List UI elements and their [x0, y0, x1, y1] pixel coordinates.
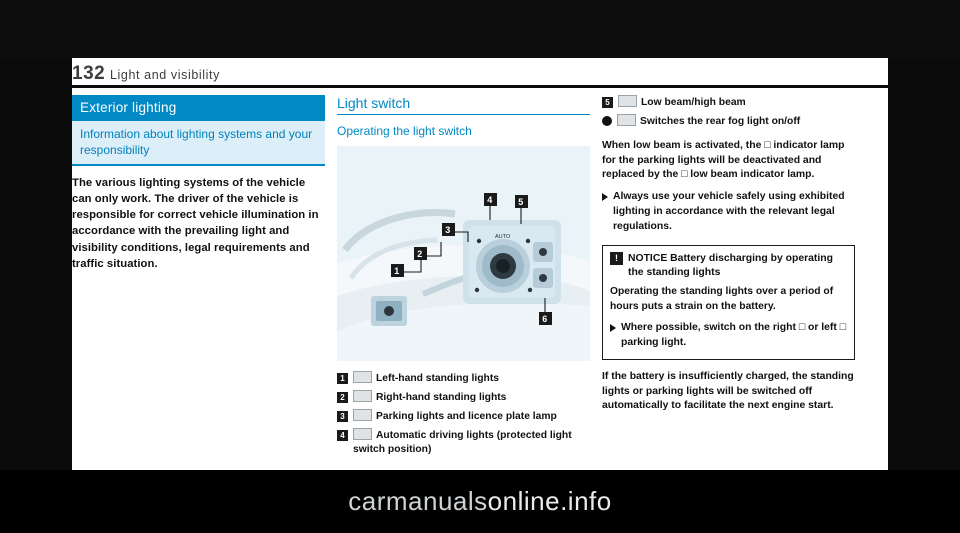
notice-body: Operating the standing lights over a per…: [610, 286, 834, 312]
auto-lights-icon: [353, 427, 372, 440]
right-band: [888, 58, 960, 470]
svg-text:6: 6: [542, 314, 547, 324]
legend-text: Switches the rear fog light on/off: [640, 115, 801, 127]
watermark: carmanualsonline.info: [0, 486, 960, 517]
page-root: 132 Light and visibility Exterior lighti…: [0, 0, 960, 533]
page-header: 132 Light and visibility: [72, 58, 888, 95]
subsection-heading-responsibility: Information about lighting systems and y…: [72, 121, 325, 167]
svg-text:2: 2: [417, 249, 422, 259]
watermark-part-b: online.info: [487, 486, 612, 516]
legend-text: Right-hand standing lights: [376, 391, 507, 403]
list-item: 2 Right-hand standing lights: [337, 389, 590, 405]
legend-text: Automatic driving lights (protected ligh…: [353, 429, 572, 455]
paragraph-battery: If the battery is insufficiently charged…: [602, 370, 854, 412]
list-item: 4 Automatic driving lights (protected li…: [337, 427, 590, 457]
rear-fog-light-icon: [617, 113, 636, 126]
section-title-light-switch: Light switch: [337, 95, 590, 115]
legend-number: 3: [337, 410, 348, 422]
list-item: 1 Left-hand standing lights: [337, 371, 590, 386]
watermark-part-a: carmanuals: [348, 486, 488, 516]
legend-number: 5: [602, 97, 613, 108]
notice-box: ! NOTICE Battery discharging by operatin…: [602, 245, 855, 360]
svg-text:1: 1: [394, 266, 399, 276]
low-beam-high-beam-icon: [618, 95, 637, 107]
svg-text:3: 3: [445, 225, 450, 235]
column-one: Exterior lighting Information about ligh…: [72, 95, 325, 272]
arrow-bullet-icon: [602, 193, 608, 202]
list-item: 5 Low beam/high beam: [602, 95, 855, 110]
light-switch-illustration: AUTO 1 2 3 4 5 6: [337, 146, 590, 361]
notice-instruction: Where possible, switch on the right □ or…: [610, 321, 847, 351]
page-number: 132: [72, 63, 106, 84]
svg-text:5: 5: [518, 197, 523, 207]
svg-text:4: 4: [487, 195, 492, 205]
instruction-item: Always use your vehicle safely using exh…: [602, 190, 855, 234]
legend-number: 2: [337, 391, 348, 403]
list-item: Switches the rear fog light on/off: [602, 113, 855, 129]
top-band: [0, 0, 960, 58]
list-item: 3 Parking lights and licence plate lamp: [337, 408, 590, 424]
legend-text: Parking lights and licence plate lamp: [376, 410, 557, 422]
column-one-body: The various lighting systems of the vehi…: [72, 177, 319, 270]
instruction-text: Always use your vehicle safely using exh…: [613, 191, 845, 232]
legend-number: 4: [337, 429, 348, 441]
left-band: [0, 58, 72, 470]
legend-list-column-two: 1 Left-hand standing lights 2 Right-hand…: [337, 371, 590, 456]
legend-text: Low beam/high beam: [641, 97, 746, 108]
header-rule: [72, 85, 888, 88]
legend-text: Left-hand standing lights: [376, 373, 499, 384]
column-three: 5 Low beam/high beam Switches the rear f…: [602, 95, 855, 414]
section-subtitle-operating: Operating the light switch: [337, 124, 472, 138]
right-standing-lamp-icon: [353, 389, 372, 402]
page-title: Light and visibility: [110, 68, 220, 82]
notice-instruction-text: Where possible, switch on the right □ or…: [621, 322, 847, 348]
low-beam-headlamp-icon: [353, 371, 372, 383]
svg-text:AUTO: AUTO: [495, 234, 511, 240]
section-heading-exterior-lighting: Exterior lighting: [72, 95, 325, 121]
page-content: Exterior lighting Information about ligh…: [72, 95, 888, 470]
legend-number: 1: [337, 373, 348, 384]
column-two: Light switch Operating the light switch: [337, 95, 590, 460]
paragraph-low-beam: When low beam is activated, the □ indica…: [602, 139, 845, 181]
legend-list-column-three: 5 Low beam/high beam Switches the rear f…: [602, 95, 855, 129]
arrow-bullet-icon: [610, 324, 616, 333]
notice-label: NOTICE: [628, 253, 668, 265]
legend-bullet-circle: [602, 115, 612, 126]
parking-lights-icon: [353, 408, 372, 421]
notice-warning-icon: !: [610, 252, 623, 266]
light-switch-diagram: AUTO 1 2 3 4 5 6: [337, 146, 590, 361]
